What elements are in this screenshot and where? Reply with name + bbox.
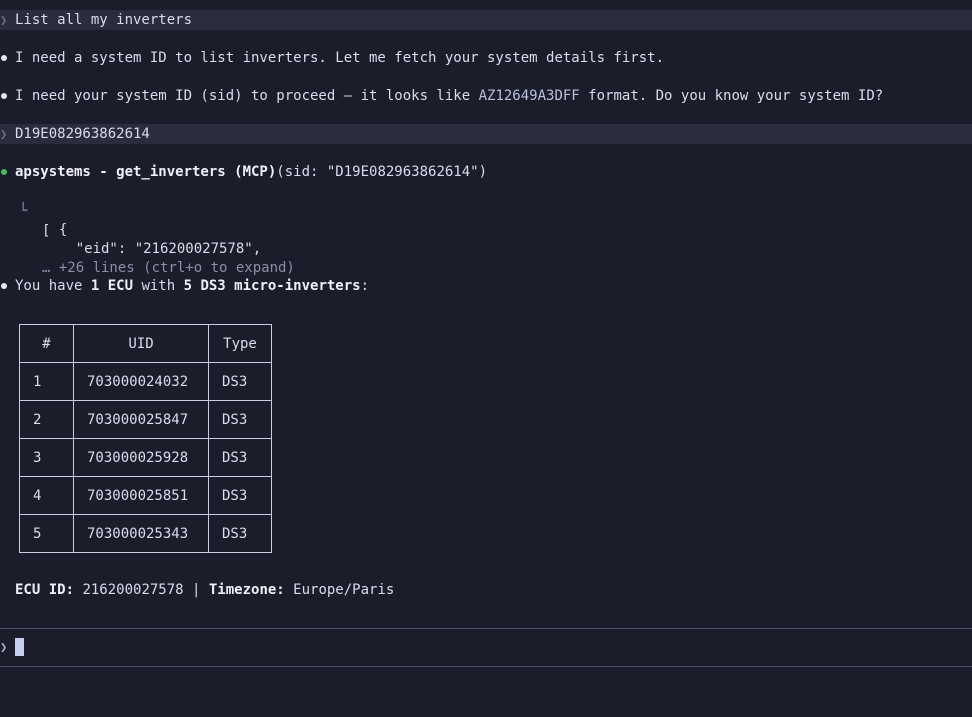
ecu-id-label: ECU ID: <box>15 582 75 598</box>
table-cell: DS3 <box>208 438 272 477</box>
assistant-message: I need your system ID (sid) to proceed —… <box>0 86 972 106</box>
user-prompt-text: D19E082963862614 <box>15 126 150 142</box>
chevron-right-icon: ❯ <box>0 13 8 27</box>
user-prompt-row: ❯ List all my inverters <box>0 10 972 30</box>
expand-output-hint[interactable]: … +26 lines (ctrl+o to expand) <box>0 238 972 276</box>
table-row: 4 703000025851 DS3 <box>19 476 272 515</box>
inverters-table: # UID Type 1 703000024032 DS3 2 70300002… <box>19 324 272 553</box>
table-cell: DS3 <box>208 476 272 515</box>
terminal-window: ❯ List all my inverters I need a system … <box>0 0 972 677</box>
table-cell: 5 <box>19 514 74 553</box>
user-prompt-text: List all my inverters <box>15 12 193 28</box>
inline-code: AZ12649A3DFF <box>478 88 580 104</box>
table-cell: DS3 <box>208 362 272 401</box>
table-cell: 703000025343 <box>73 514 209 553</box>
ecu-info-line: ECU ID: 216200027578 | Timezone: Europe/… <box>0 580 972 600</box>
chevron-right-icon: ❯ <box>0 127 8 141</box>
prompt-input[interactable]: ❯ <box>0 637 972 657</box>
column-header: # <box>19 324 74 363</box>
input-top-border <box>0 628 972 629</box>
table-cell: 703000025847 <box>73 400 209 439</box>
user-prompt-row: ❯ D19E082963862614 <box>0 124 972 144</box>
table-cell: 703000025928 <box>73 438 209 477</box>
table-header-row: # UID Type <box>19 324 272 363</box>
table-row: 2 703000025847 DS3 <box>19 400 272 439</box>
table-cell: 703000024032 <box>73 362 209 401</box>
text-cursor <box>15 638 24 656</box>
tool-output-line: { <box>42 222 68 238</box>
bullet-dot-icon <box>1 283 7 289</box>
bullet-dot-icon <box>1 55 7 61</box>
input-bottom-border <box>0 666 972 667</box>
assistant-message-text: I need your system ID (sid) to proceed —… <box>15 88 884 104</box>
assistant-message: I need a system ID to list inverters. Le… <box>0 48 972 68</box>
tool-output-line: "eid": "216200027578", <box>42 241 262 257</box>
table-row: 5 703000025343 DS3 <box>19 514 272 553</box>
table-cell: 4 <box>19 476 74 515</box>
table-cell: 1 <box>19 362 74 401</box>
tool-call-name: apsystems - get_inverters (MCP) <box>15 164 277 180</box>
table-row: 1 703000024032 DS3 <box>19 362 272 401</box>
timezone-value: Europe/Paris <box>284 582 395 598</box>
table-cell: DS3 <box>208 400 272 439</box>
assistant-summary: You have 1 ECU with 5 DS3 micro-inverter… <box>0 276 972 296</box>
tool-call-args: (sid: "D19E082963862614") <box>276 164 488 180</box>
table-cell: 3 <box>19 438 74 477</box>
tool-output-line: └ [ <box>19 203 51 239</box>
table-cell: 703000025851 <box>73 476 209 515</box>
table-row: 3 703000025928 DS3 <box>19 438 272 477</box>
tool-call-header: apsystems - get_inverters (MCP)(sid: "D1… <box>0 162 972 182</box>
ecu-id-value: 216200027578 | <box>74 582 209 598</box>
assistant-message-text: I need a system ID to list inverters. Le… <box>15 50 665 66</box>
table-cell: 2 <box>19 400 74 439</box>
chevron-right-icon: ❯ <box>0 640 8 654</box>
column-header: UID <box>73 324 209 363</box>
tool-status-dot-icon <box>1 169 7 175</box>
table-cell: DS3 <box>208 514 272 553</box>
timezone-label: Timezone: <box>208 582 285 598</box>
column-header: Type <box>208 324 272 363</box>
bullet-dot-icon <box>1 93 7 99</box>
